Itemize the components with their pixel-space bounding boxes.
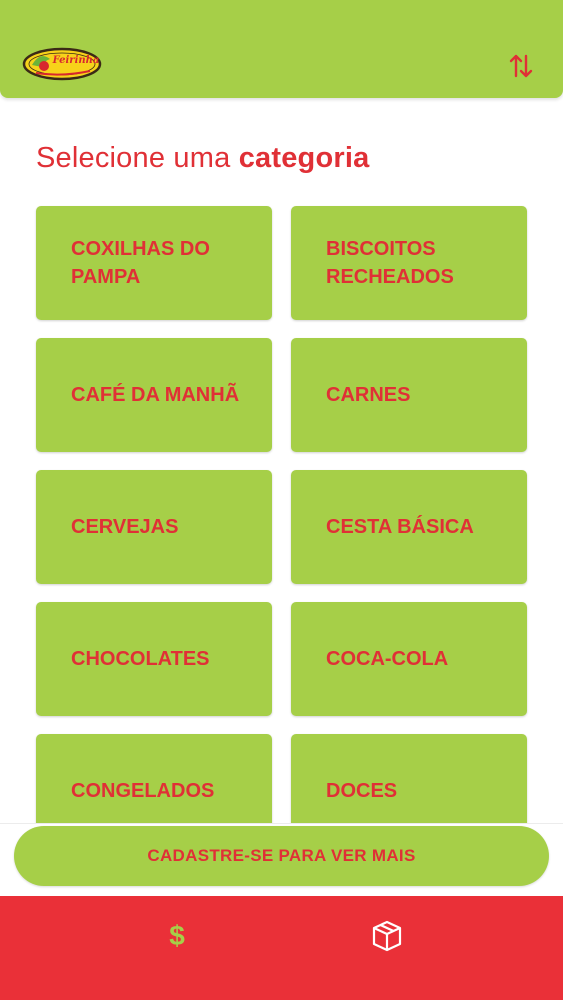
category-card-coxilhas-do-pampa[interactable]: COXILHAS DO PAMPA xyxy=(36,206,272,320)
category-label: COCA-COLA xyxy=(326,648,449,670)
category-card-carnes[interactable]: CARNES xyxy=(291,338,527,452)
category-label: CESTA BÁSICA xyxy=(326,516,474,538)
category-label: BISCOITOS RECHEADOS xyxy=(326,238,454,288)
category-card-cafe-da-manha[interactable]: CAFÉ DA MANHÃ xyxy=(36,338,272,452)
page-title: Selecione uma categoria xyxy=(36,142,369,175)
category-card-biscoitos-recheados[interactable]: BISCOITOS RECHEADOS xyxy=(291,206,527,320)
sort-button[interactable] xyxy=(505,50,537,82)
category-label: DOCES xyxy=(326,780,398,802)
category-label: CONGELADOS xyxy=(71,780,215,802)
category-card-coca-cola[interactable]: COCA-COLA xyxy=(291,602,527,716)
dollar-icon[interactable]: $ xyxy=(159,918,195,954)
category-label: CERVEJAS xyxy=(71,516,179,538)
sort-arrows-icon xyxy=(509,54,533,78)
category-card-chocolates[interactable]: CHOCOLATES xyxy=(36,602,272,716)
category-label: CARNES xyxy=(326,384,411,406)
category-card-cervejas[interactable]: CERVEJAS xyxy=(36,470,272,584)
feirinha-logo[interactable]: Feirinha xyxy=(22,47,102,81)
category-label: CHOCOLATES xyxy=(71,648,210,670)
box-icon[interactable] xyxy=(369,918,405,954)
page-title-prefix: Selecione uma xyxy=(36,142,231,174)
category-label: COXILHAS DO PAMPA xyxy=(71,238,210,288)
category-label: CAFÉ DA MANHÃ xyxy=(71,384,240,406)
logo-text: Feirinha xyxy=(52,55,100,66)
register-button[interactable]: CADASTRE-SE PARA VER MAIS xyxy=(14,826,549,886)
app-header: Feirinha xyxy=(0,0,563,98)
category-card-cesta-basica[interactable]: CESTA BÁSICA xyxy=(291,470,527,584)
page-title-emphasis: categoria xyxy=(238,142,370,174)
bottom-navigation xyxy=(0,896,563,1000)
